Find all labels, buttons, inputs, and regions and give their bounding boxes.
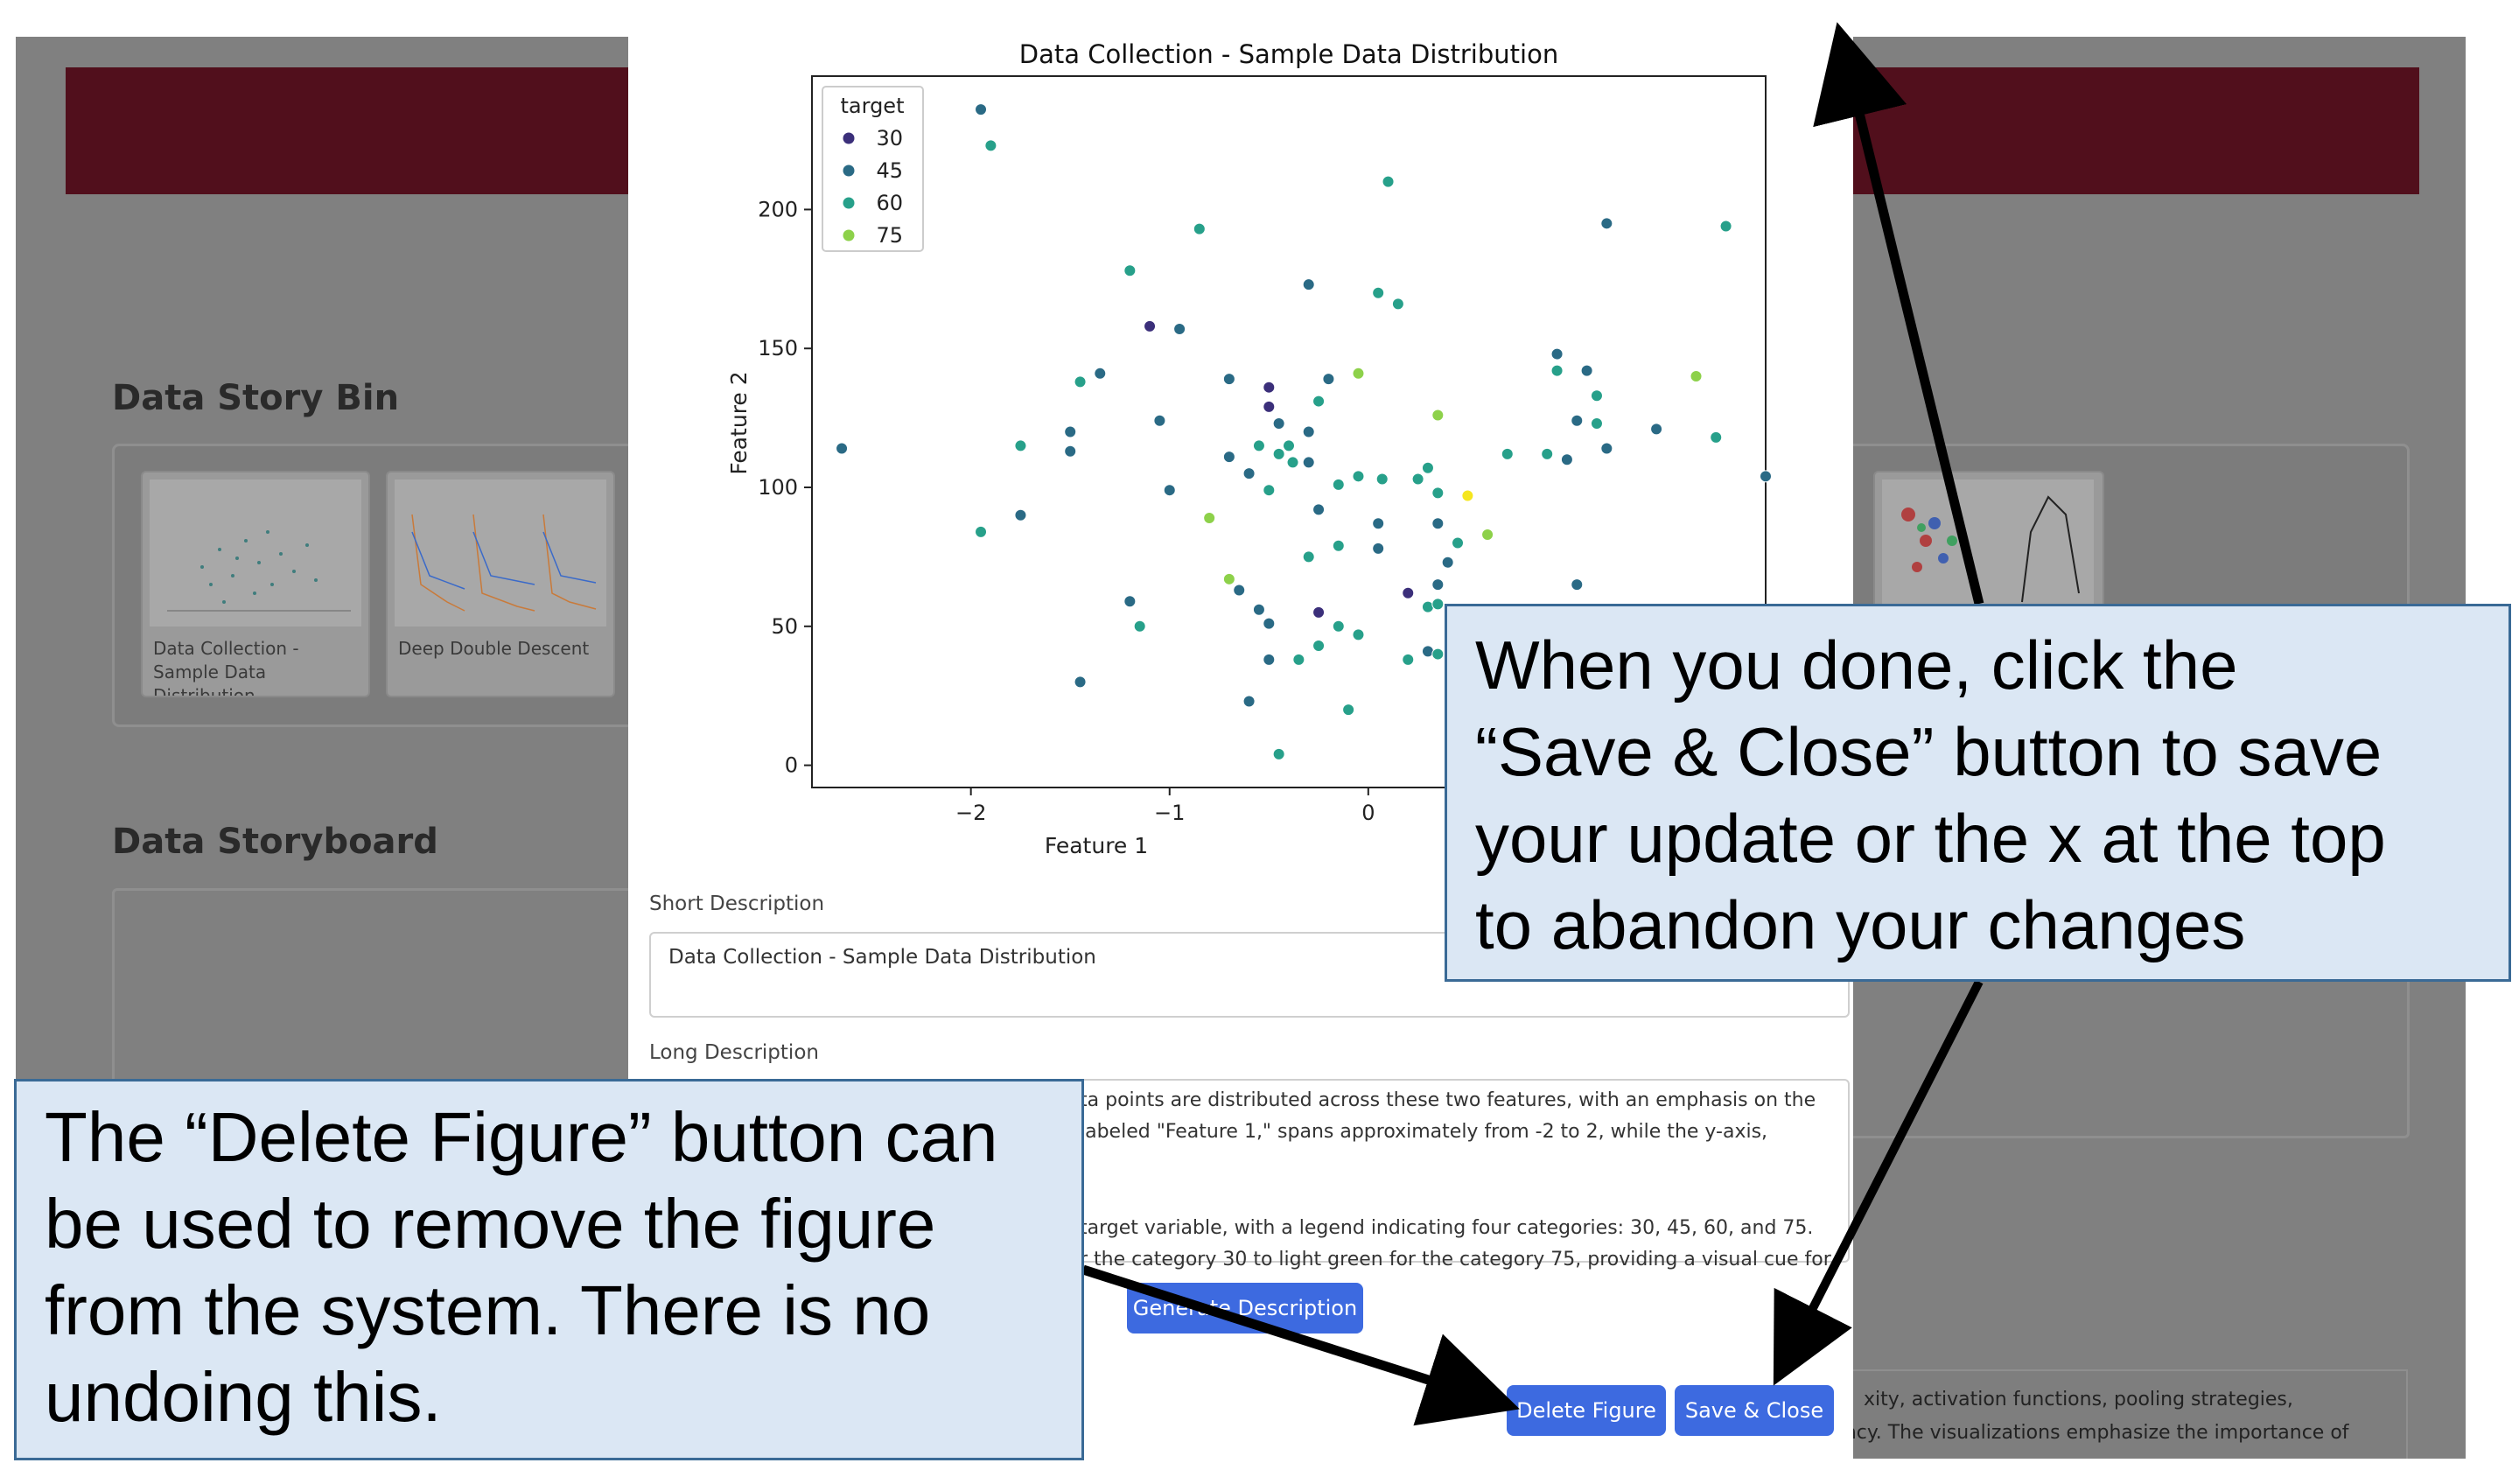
- callout-line: your update or the x at the top: [1475, 800, 2386, 877]
- arrow-to-delete-figure: [1081, 1264, 1520, 1426]
- save-close-callout: When you done, click the “Save & Close” …: [1445, 604, 2511, 982]
- callout-line: from the system. There is no: [45, 1271, 931, 1349]
- callout-line: be used to remove the figure: [45, 1185, 936, 1263]
- arrow-to-close-x: [1813, 22, 1984, 606]
- callout-line: “Save & Close” button to save: [1475, 713, 2383, 790]
- callout-line: to abandon your changes: [1475, 886, 2246, 963]
- arrow-to-save-close: [1773, 979, 1984, 1386]
- callout-line: The “Delete Figure” button can: [45, 1098, 998, 1176]
- callout-line: When you done, click the: [1475, 626, 2238, 704]
- callout-line: undoing this.: [45, 1358, 442, 1436]
- delete-figure-callout: The “Delete Figure” button can be used t…: [14, 1079, 1084, 1460]
